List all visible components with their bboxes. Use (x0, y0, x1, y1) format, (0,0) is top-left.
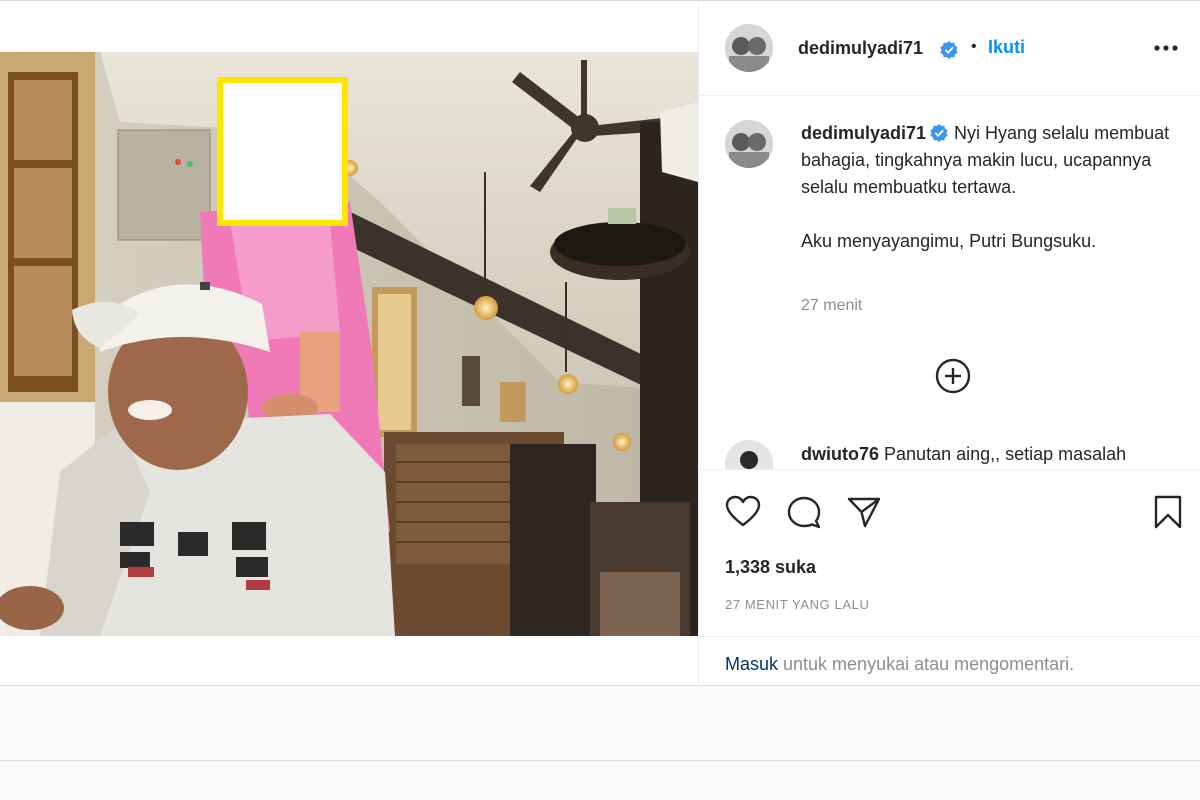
posted-time[interactable]: 27 MENIT YANG LALU (725, 597, 869, 612)
caption-time: 27 menit (801, 297, 863, 314)
comments-section: dedimulyadi71 Nyi Hyang selalu membuat ba… (699, 97, 1200, 469)
add-circle-icon[interactable] (935, 358, 971, 394)
commenter-avatar[interactable] (725, 440, 773, 469)
more-options-icon[interactable] (1151, 38, 1181, 58)
caption-avatar[interactable] (725, 120, 773, 168)
comment-username[interactable]: dwiuto76 (801, 444, 879, 464)
login-prompt-text: untuk menyukai atau mengomentari. (778, 654, 1075, 674)
bookmark-icon[interactable] (1150, 494, 1186, 530)
follow-button[interactable]: Ikuti (988, 37, 1025, 58)
comment-item: dwiuto76 Panutan aing,, setiap masalah (801, 441, 1126, 468)
likes-count[interactable]: 1,338 suka (725, 557, 816, 578)
author-username[interactable]: dedimulyadi71 (798, 38, 923, 59)
author-avatar[interactable] (725, 24, 773, 72)
caption-text-2: Aku menyayangimu, Putri Bungsuku. (801, 231, 1097, 251)
comment-icon[interactable] (786, 494, 822, 530)
instagram-post: dedimulyadi71 • Ikuti dedimulyadi71 Nyi … (0, 4, 1200, 686)
login-divider (699, 636, 1200, 637)
post-photo[interactable] (0, 52, 698, 636)
post-sidebar: dedimulyadi71 • Ikuti dedimulyadi71 Nyi … (699, 4, 1200, 686)
post-caption: dedimulyadi71 Nyi Hyang selalu membuat ba… (801, 120, 1171, 255)
caption-username[interactable]: dedimulyadi71 (801, 123, 926, 143)
paper-plane-icon[interactable] (846, 494, 882, 530)
header-separator: • (971, 38, 977, 55)
verified-badge-icon (930, 124, 948, 142)
post-header: dedimulyadi71 • Ikuti (699, 4, 1200, 96)
comment-text: Panutan aing,, setiap masalah (884, 444, 1127, 464)
login-link[interactable]: Masuk (725, 654, 778, 674)
verified-badge-icon (940, 41, 958, 59)
page-footer-area (0, 760, 1200, 800)
actions-divider (699, 469, 1200, 470)
login-prompt: Masuk untuk menyukai atau mengomentari. (725, 654, 1074, 675)
heart-icon[interactable] (725, 494, 761, 530)
